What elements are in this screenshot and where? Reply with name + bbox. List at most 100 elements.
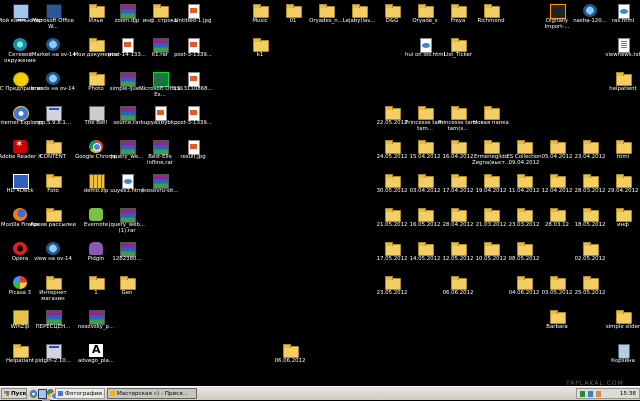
desktop: Мой компьютер Microsoft Office W... Ильи zo…	[0, 0, 640, 386]
watermark: YAPLAKAL.COM	[566, 380, 624, 387]
desktop-icon[interactable]: 29.04.2012	[603, 172, 640, 208]
desktop-icon[interactable]: Архив рассылки	[30, 206, 76, 242]
folder-icon	[484, 208, 500, 222]
taskbar-window-button[interactable]: Мастерская ») - Прися...	[107, 388, 197, 399]
archive-icon	[120, 4, 136, 19]
desktop-icon-label: advego_pla...	[77, 358, 114, 364]
archive-icon	[153, 140, 169, 155]
chrome-icon[interactable]	[47, 389, 59, 400]
opera-icon	[13, 242, 27, 255]
volume-tray-icon[interactable]	[588, 391, 593, 397]
desktop-icon[interactable]: post-3-1339...	[173, 104, 213, 140]
taskbar-window-button[interactable]: Фотографии...	[55, 388, 105, 399]
desktop-icon[interactable]: Richmond	[471, 2, 511, 38]
desktop-icon[interactable]: CONTENT	[33, 138, 73, 174]
folder-icon	[385, 208, 401, 222]
desktop-icon[interactable]: Интернет магазин	[33, 274, 73, 310]
desktop-icon[interactable]: brands на ov-14	[31, 70, 75, 106]
evernote-icon	[89, 208, 103, 221]
folder-icon	[319, 4, 335, 18]
folder-icon	[253, 4, 269, 18]
desktop-icon[interactable]: 06.06.2012	[270, 342, 310, 378]
taskbar: Пуск Фотографии... Мастерская ») - Прися.…	[0, 386, 640, 401]
show-desktop-icon[interactable]	[38, 389, 50, 401]
folder-icon	[253, 38, 269, 52]
desktop-icon[interactable]: result.jpg	[173, 138, 213, 174]
desktop-icon[interactable]: 1282380...	[107, 240, 147, 276]
network-tray-icon[interactable]	[580, 391, 585, 397]
desktop-icon[interactable]: view на ov-14	[33, 240, 73, 276]
desktop-icon-label: html	[616, 154, 630, 160]
folder-icon	[484, 140, 500, 154]
desktop-icon[interactable]: nosovsky_p...	[76, 308, 116, 344]
desktop-icon[interactable]: advego_pla...	[76, 342, 116, 378]
folder-icon	[550, 208, 566, 222]
desktop-icon-label: Новая папка	[473, 120, 509, 126]
app-tray-icon[interactable]	[596, 391, 601, 397]
internet-explorer-icon[interactable]	[29, 389, 38, 399]
desktop-icon-label: helpatient	[609, 86, 637, 92]
desktop-icon[interactable]: Foto	[33, 172, 73, 208]
desktop-icon[interactable]: List_Ticker	[438, 36, 478, 72]
browser-window-icon	[110, 391, 115, 396]
desktop-icon[interactable]: Microsoft Office W...	[32, 2, 74, 38]
desktop-icon-label: 08.05.2012	[508, 256, 540, 262]
desktop-icon-label: 06.06.2012	[274, 358, 306, 364]
archive-icon	[46, 310, 62, 325]
firefox-icon	[13, 208, 27, 221]
folder-icon	[517, 174, 533, 188]
desktop-icon[interactable]: Untitled-1.jpg	[173, 2, 213, 38]
desktop-icon[interactable]: 06.06.2012	[438, 274, 478, 310]
desktop-icon[interactable]: pidgin-2.10...	[33, 342, 73, 378]
archive-icon	[120, 72, 136, 87]
desktop-icon[interactable]: IMarket на ov-14	[30, 36, 76, 72]
folder-icon	[451, 208, 467, 222]
desktop-icon[interactable]: 25.05.2012	[570, 274, 610, 310]
desktop-icon-label: Untitled-1.jpg	[174, 18, 212, 24]
desktop-icon[interactable]: npp.5.9.8.1...	[33, 104, 73, 140]
desktop-icon[interactable]: post-3-1339...	[173, 36, 213, 72]
desktop-icon[interactable]: 02.05.2012	[570, 240, 610, 276]
desktop-icon-label: Gen	[121, 290, 133, 296]
desktop-icon[interactable]: Корзина	[603, 342, 640, 378]
folder-icon	[89, 4, 105, 18]
desktop-icon[interactable]: k1	[240, 36, 280, 72]
archive-icon	[120, 140, 136, 155]
desktop-icon[interactable]: Gen	[107, 274, 147, 310]
advego-icon	[89, 343, 103, 357]
folder-icon	[451, 174, 467, 188]
desktop-icon[interactable]: Barbara	[537, 308, 577, 344]
desktop-icon[interactable]: /ноsovru-sit...	[140, 172, 180, 208]
folder-icon	[451, 4, 467, 18]
desktop-icon-label: Barbara	[546, 324, 568, 330]
network-drive-icon	[46, 242, 60, 255]
desktop-icon[interactable]: helpatient	[603, 70, 640, 106]
desktop-icon[interactable]: viewnews.txt	[603, 36, 640, 72]
desktop-icon[interactable]: ПЕРЕСЦЕН...	[33, 308, 73, 344]
desktop-icon-label: 06.06.2012	[442, 290, 474, 296]
desktop-icon[interactable]: 1313110868...	[173, 70, 213, 106]
desktop-icon[interactable]: Новая папка	[471, 104, 511, 140]
folder-icon	[451, 276, 467, 290]
desktop-icon[interactable]: simple slider	[603, 308, 640, 344]
desktop-icon[interactable]: html	[603, 138, 640, 174]
desktop-icon[interactable]: jquery_web... (1).rar	[107, 206, 147, 242]
the-bat-icon	[89, 106, 105, 121]
archive-icon	[120, 208, 136, 223]
folder-icon	[418, 242, 434, 256]
archive-icon	[89, 310, 105, 325]
html-file-icon	[122, 174, 134, 189]
start-button[interactable]: Пуск	[1, 388, 27, 399]
desktop-icon-label: List_Ticker	[443, 52, 473, 58]
desktop-icon[interactable]: ras.html	[603, 2, 640, 38]
folder-icon	[418, 174, 434, 188]
desktop-icon-label: ПЕРЕСЦЕН...	[35, 324, 71, 330]
folder-icon	[583, 276, 599, 290]
desktop-icon[interactable]: 23.05.2012	[372, 274, 412, 310]
folder-icon	[616, 208, 632, 222]
desktop-icon[interactable]: инф	[603, 206, 640, 242]
desktop-icon[interactable]: 08.05.2012	[504, 240, 544, 276]
clock[interactable]: 15:38	[620, 390, 636, 399]
desktop-icon-label: Richmond	[477, 18, 505, 24]
folder-icon	[583, 140, 599, 154]
